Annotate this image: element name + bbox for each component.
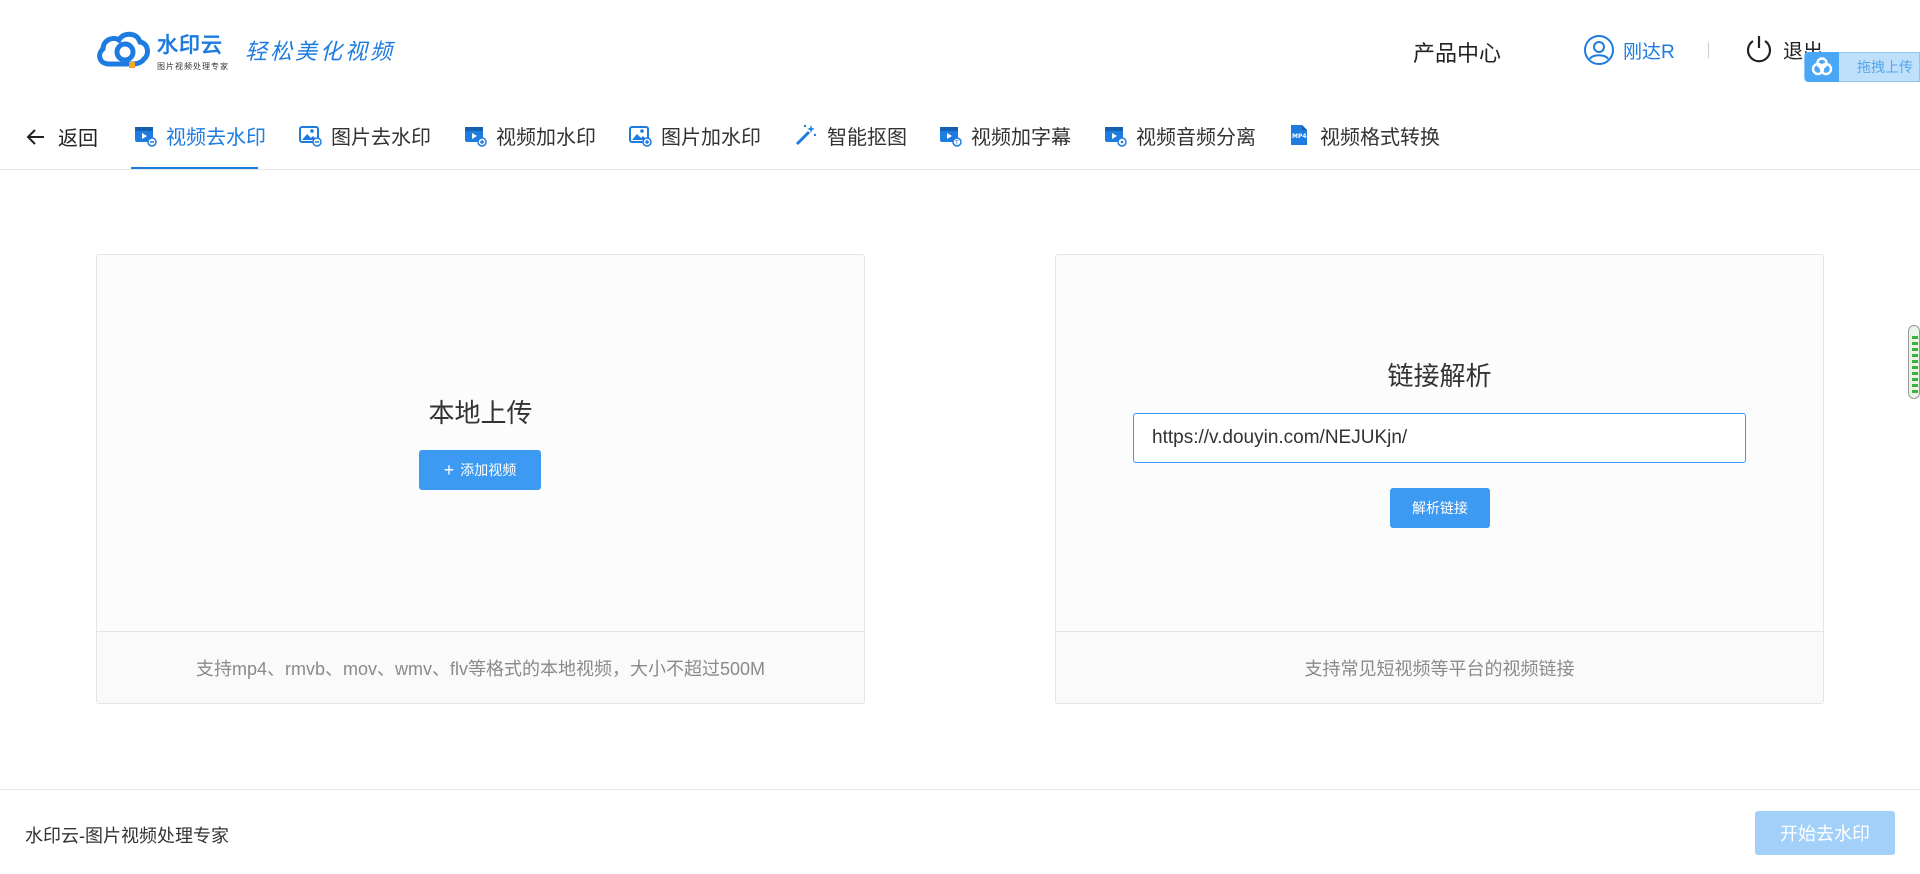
- image-add-watermark-icon: [629, 126, 652, 147]
- logo-subtitle: 图片视频处理专家: [157, 61, 229, 71]
- parse-link-button[interactable]: 解析链接: [1390, 488, 1490, 528]
- svg-text:MP4: MP4: [1292, 133, 1307, 140]
- user-menu[interactable]: 刚达R: [1583, 34, 1675, 66]
- top-bar: 水印云 图片视频处理专家 轻松美化视频 产品中心 刚达R 退出: [0, 0, 1920, 100]
- user-avatar-icon: [1584, 35, 1614, 65]
- tab-label: 视频音频分离: [1136, 126, 1256, 149]
- tab-label: 视频加字幕: [971, 126, 1071, 149]
- tool-tabs: 返回 视频去水印 图片去水印 视频加水印 图片加水印 智能抠图 T 视频加字幕 …: [0, 100, 1920, 170]
- start-remove-watermark-button[interactable]: 开始去水印: [1755, 811, 1895, 855]
- audio-separate-icon: [1105, 127, 1127, 147]
- back-label: 返回: [58, 128, 98, 150]
- tab-label: 图片加水印: [661, 126, 761, 149]
- video-url-input[interactable]: [1133, 413, 1746, 463]
- logo-slogan: 轻松美化视频: [245, 40, 396, 65]
- active-tab-indicator: [131, 167, 258, 169]
- cloud-logo-icon: [97, 31, 150, 68]
- parse-link-label: 解析链接: [1412, 500, 1468, 516]
- link-parse-card: 链接解析 解析链接 支持常见短视频等平台的视频链接: [1055, 254, 1824, 704]
- tab-smart-cutout[interactable]: 智能抠图: [794, 120, 907, 150]
- footer-bar: 水印云-图片视频处理专家 开始去水印: [0, 789, 1920, 874]
- footer-brand: 水印云-图片视频处理专家: [25, 826, 229, 846]
- tab-label: 图片去水印: [331, 126, 431, 149]
- local-upload-card: 本地上传 + 添加视频 支持mp4、rmvb、mov、wmv、flv等格式的本地…: [96, 254, 865, 704]
- power-icon: [1746, 36, 1772, 63]
- user-name: 刚达R: [1623, 41, 1675, 63]
- header-divider: [1708, 42, 1709, 58]
- tab-video-remove-watermark[interactable]: 视频去水印: [133, 120, 266, 150]
- start-button-label: 开始去水印: [1780, 824, 1870, 844]
- svg-text:T: T: [954, 140, 959, 147]
- add-video-label: 添加视频: [460, 462, 517, 478]
- link-parse-note: 支持常见短视频等平台的视频链接: [1056, 631, 1823, 703]
- link-parse-title: 链接解析: [1387, 361, 1492, 391]
- cloud-upload-icon: [1805, 52, 1839, 82]
- logo-text: 水印云 图片视频处理专家: [157, 29, 229, 72]
- tab-image-remove-watermark[interactable]: 图片去水印: [298, 120, 431, 150]
- image-remove-watermark-icon: [299, 126, 322, 147]
- logo-name: 水印云: [157, 33, 223, 57]
- tab-label: 智能抠图: [827, 126, 907, 149]
- tab-label: 视频去水印: [166, 126, 266, 149]
- video-subtitle-icon: T: [940, 127, 962, 147]
- drag-upload-widget[interactable]: 拖拽上传: [1804, 52, 1920, 82]
- local-upload-dropzone[interactable]: 本地上传 + 添加视频: [97, 255, 864, 631]
- add-video-button[interactable]: + 添加视频: [419, 450, 541, 490]
- tab-image-add-watermark[interactable]: 图片加水印: [628, 120, 761, 150]
- video-add-watermark-icon: [465, 127, 487, 147]
- drag-upload-label: 拖拽上传: [1857, 59, 1913, 75]
- tab-audio-separate[interactable]: 视频音频分离: [1103, 120, 1256, 150]
- local-upload-note: 支持mp4、rmvb、mov、wmv、flv等格式的本地视频，大小不超过500M: [97, 631, 864, 703]
- tab-video-subtitle[interactable]: T 视频加字幕: [938, 120, 1071, 150]
- arrow-left-icon: [26, 128, 44, 145]
- tab-format-convert[interactable]: MP4 视频格式转换: [1287, 120, 1440, 150]
- link-parse-body: 链接解析 解析链接: [1056, 255, 1823, 631]
- tab-label: 视频格式转换: [1320, 126, 1440, 149]
- back-button[interactable]: 返回: [26, 122, 98, 151]
- magic-wand-icon: [795, 124, 817, 146]
- mp4-convert-icon: MP4: [1291, 125, 1307, 145]
- plus-icon: +: [443, 460, 455, 480]
- local-upload-title: 本地上传: [428, 398, 533, 428]
- tab-label: 视频加水印: [496, 126, 596, 149]
- side-scroll-handle[interactable]: [1908, 325, 1920, 399]
- logo[interactable]: 水印云 图片视频处理专家 轻松美化视频: [95, 28, 395, 72]
- product-center-link[interactable]: 产品中心: [1413, 36, 1501, 68]
- video-remove-watermark-icon: [135, 127, 157, 147]
- tab-video-add-watermark[interactable]: 视频加水印: [463, 120, 596, 150]
